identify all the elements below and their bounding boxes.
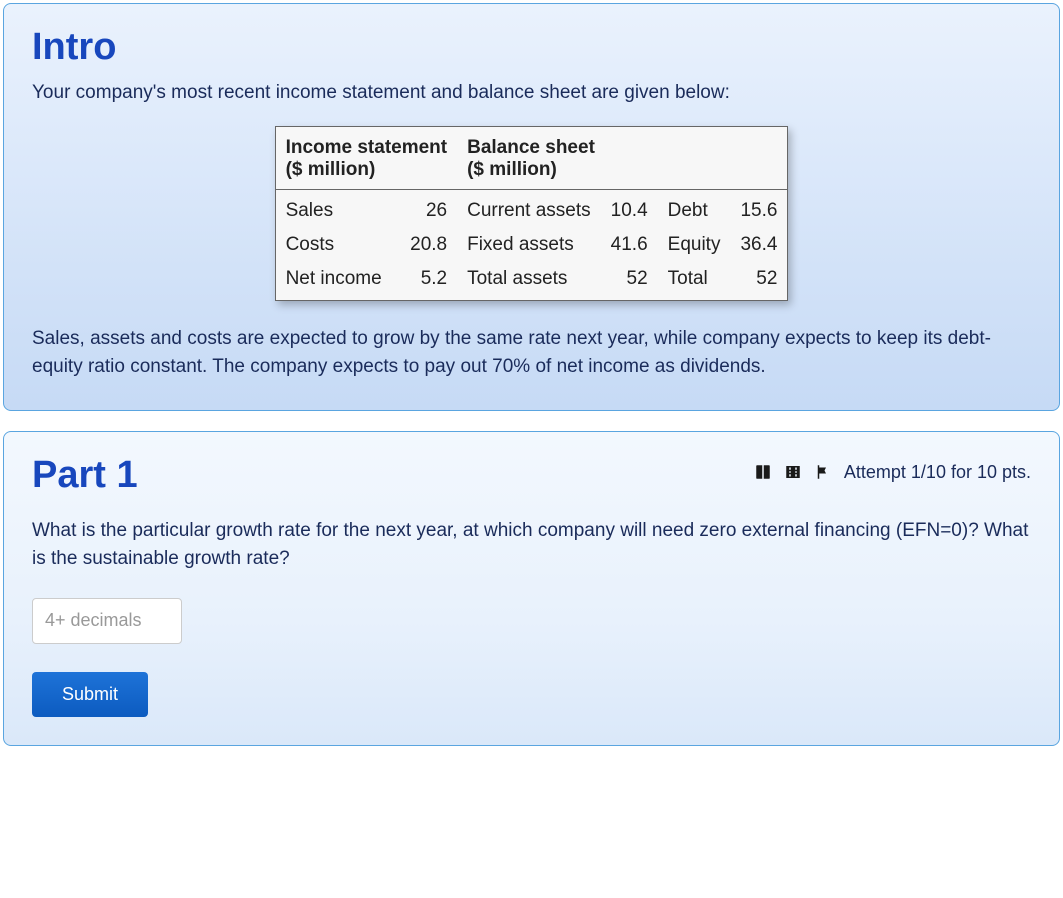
intro-card: Intro Your company's most recent income … [3, 3, 1060, 411]
table-row: Sales 26 Current assets 10.4 Debt 15.6 [275, 189, 788, 228]
answer-input[interactable] [32, 598, 182, 644]
balance-asset-label: Fixed assets [457, 228, 601, 262]
income-label: Sales [275, 189, 397, 228]
balance-asset-value: 10.4 [601, 189, 658, 228]
balance-header-line2: ($ million) [467, 159, 557, 180]
income-label: Net income [275, 262, 397, 301]
balance-liab-value: 36.4 [730, 228, 787, 262]
balance-sheet-header: Balance sheet ($ million) [457, 126, 788, 189]
income-header-line1: Income statement [286, 137, 448, 158]
flag-icon[interactable] [814, 463, 832, 481]
income-value: 5.2 [397, 262, 457, 301]
income-label: Costs [275, 228, 397, 262]
balance-liab-label: Debt [658, 189, 731, 228]
video-icon[interactable] [784, 463, 802, 481]
balance-asset-value: 52 [601, 262, 658, 301]
balance-asset-value: 41.6 [601, 228, 658, 262]
balance-liab-value: 15.6 [730, 189, 787, 228]
financial-table: Income statement ($ million) Balance she… [275, 126, 789, 301]
part1-title: Part 1 [32, 454, 138, 497]
income-statement-header: Income statement ($ million) [275, 126, 457, 189]
income-value: 20.8 [397, 228, 457, 262]
table-row: Net income 5.2 Total assets 52 Total 52 [275, 262, 788, 301]
balance-header-line1: Balance sheet [467, 137, 595, 158]
balance-liab-label: Total [658, 262, 731, 301]
part1-header: Part 1 Attempt 1/10 for 10 pts. [32, 454, 1031, 507]
income-header-line2: ($ million) [286, 159, 376, 180]
part1-card: Part 1 Attempt 1/10 for 10 pts. What is … [3, 431, 1060, 746]
income-value: 26 [397, 189, 457, 228]
submit-button[interactable]: Submit [32, 672, 148, 717]
intro-title: Intro [32, 26, 1031, 69]
intro-lead-text: Your company's most recent income statem… [32, 79, 1031, 108]
balance-asset-label: Total assets [457, 262, 601, 301]
balance-liab-label: Equity [658, 228, 731, 262]
intro-followup-text: Sales, assets and costs are expected to … [32, 325, 1031, 382]
table-row: Costs 20.8 Fixed assets 41.6 Equity 36.4 [275, 228, 788, 262]
attempt-text: Attempt 1/10 for 10 pts. [844, 462, 1031, 483]
balance-asset-label: Current assets [457, 189, 601, 228]
part1-meta: Attempt 1/10 for 10 pts. [754, 454, 1031, 483]
financial-table-wrap: Income statement ($ million) Balance she… [32, 126, 1031, 301]
balance-liab-value: 52 [730, 262, 787, 301]
part1-question: What is the particular growth rate for t… [32, 517, 1031, 574]
book-icon[interactable] [754, 463, 772, 481]
